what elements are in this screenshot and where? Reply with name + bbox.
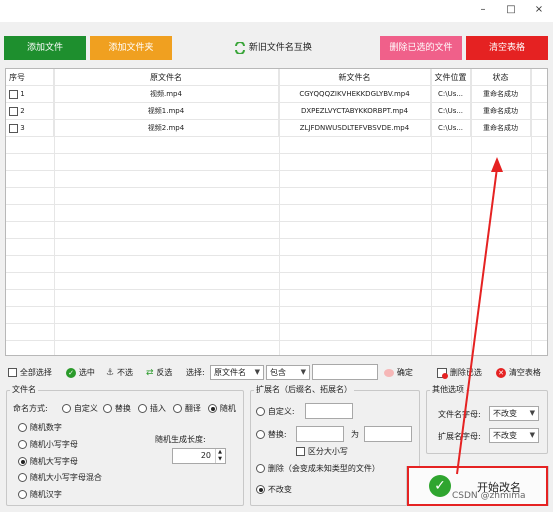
- annotation-arrow: [456, 157, 503, 475]
